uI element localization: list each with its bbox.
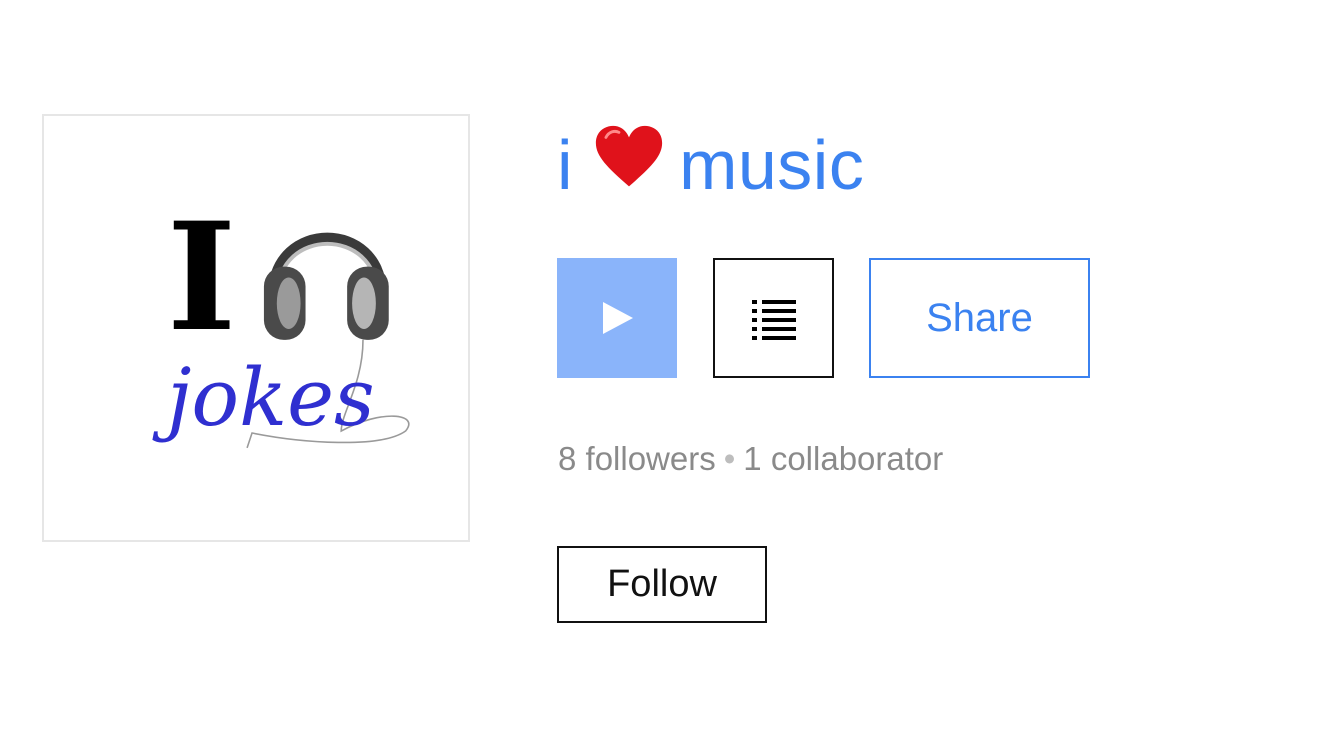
- share-label: Share: [926, 295, 1033, 340]
- play-button[interactable]: [557, 258, 677, 378]
- stats-separator: •: [723, 440, 736, 477]
- followers-count: 8 followers: [558, 440, 716, 477]
- follow-label: Follow: [607, 563, 717, 605]
- playlist-page: I jokes i music Share 8 followers • 1 co…: [0, 0, 1337, 751]
- list-icon: [751, 300, 796, 340]
- title-suffix: music: [679, 126, 865, 204]
- collaborators-count: 1 collaborator: [743, 440, 944, 477]
- page-title: i music: [557, 120, 864, 210]
- playlist-cover-art[interactable]: I jokes: [42, 114, 470, 542]
- cover-word: jokes: [152, 351, 375, 444]
- share-button[interactable]: Share: [869, 258, 1090, 378]
- heart-icon: [595, 125, 663, 187]
- follow-button[interactable]: Follow: [557, 546, 767, 623]
- queue-button[interactable]: [713, 258, 834, 378]
- cover-artwork: I jokes: [152, 190, 410, 449]
- title-prefix: i: [557, 126, 574, 204]
- cover-letter: I: [167, 190, 237, 365]
- playlist-stats: 8 followers • 1 collaborator: [558, 440, 943, 478]
- play-icon: [603, 302, 633, 334]
